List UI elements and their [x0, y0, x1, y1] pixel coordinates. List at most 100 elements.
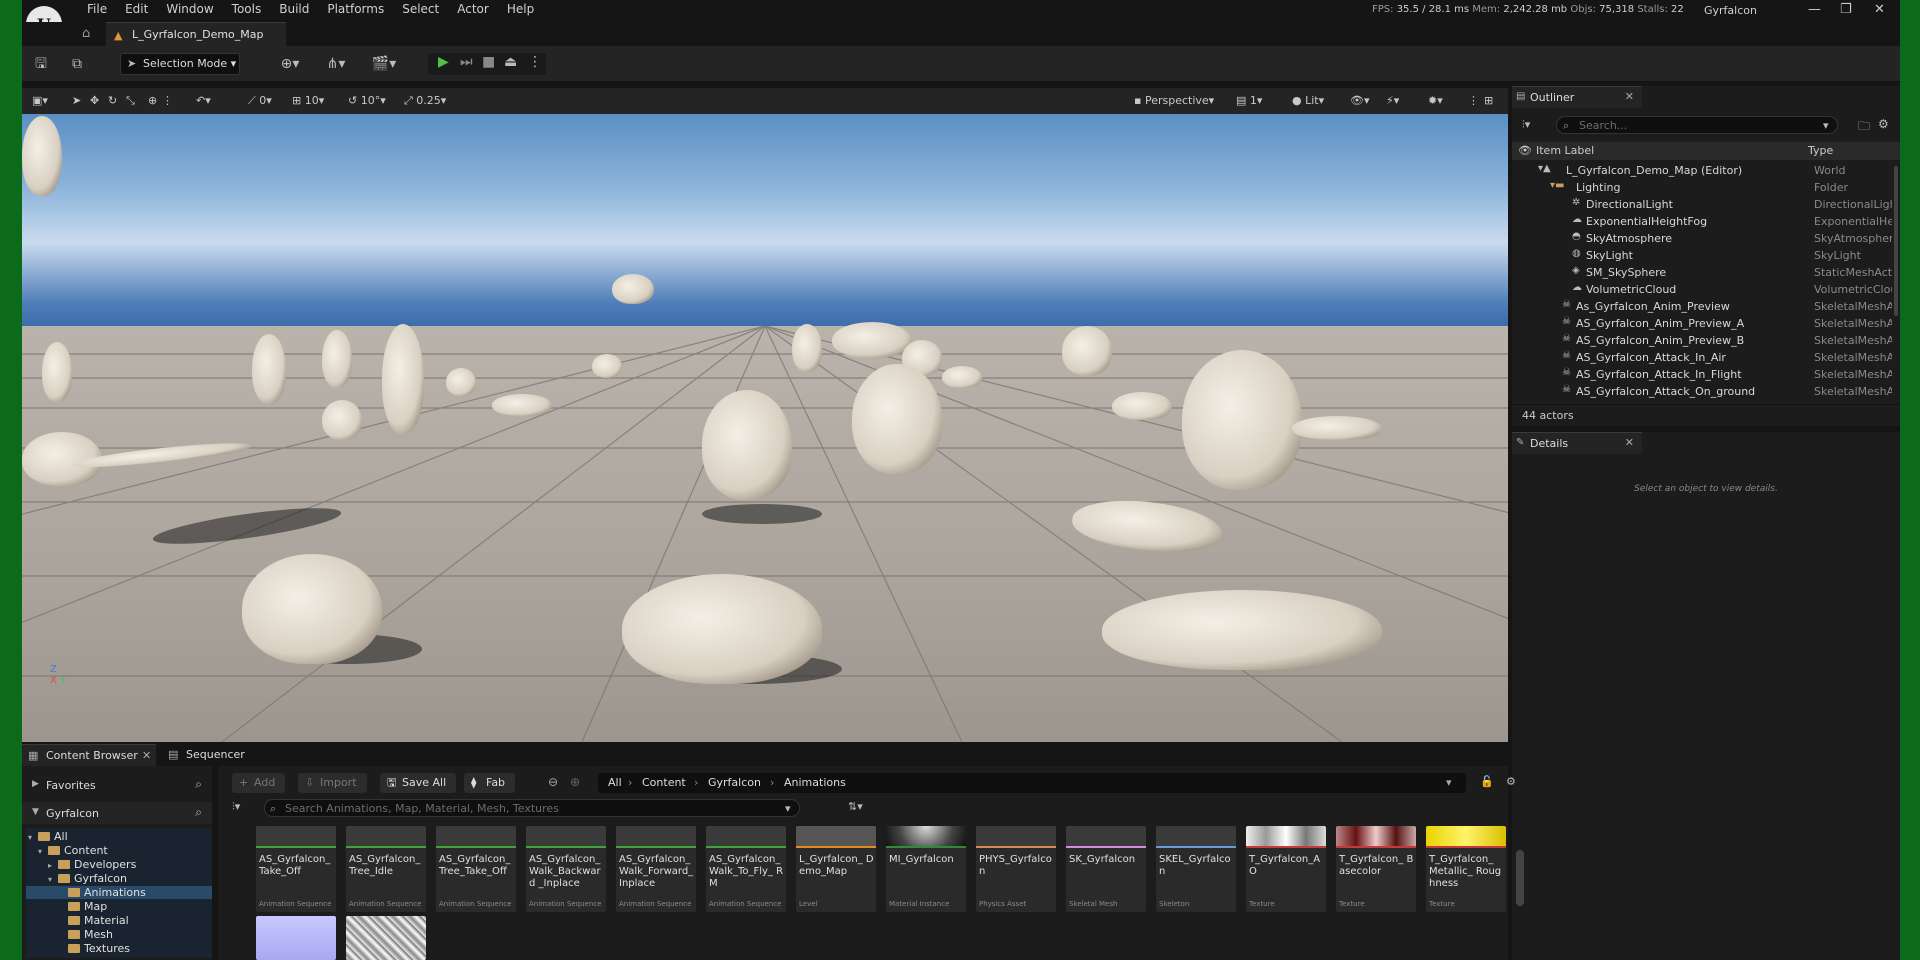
add-button[interactable]: + Add	[232, 773, 286, 793]
restore-icon[interactable]: ❐	[1840, 2, 1852, 17]
outliner-row[interactable]: ◍ SkyLight SkyLight	[1512, 247, 1892, 264]
filter-icon[interactable]: ⫶▾	[232, 800, 240, 814]
play-options-icon[interactable]: ⋮	[528, 54, 542, 70]
viewport-options-icon[interactable]: ▣▾	[32, 94, 48, 107]
asset-tile[interactable]: T_Gyrfalcon_ Metallic_ Roughness Texture	[1426, 826, 1506, 912]
asset-search-input[interactable]: ⌕ Search Animations, Map, Material, Mesh…	[264, 799, 800, 817]
outliner-row[interactable]: ▾▬ Lighting Folder	[1512, 179, 1892, 196]
gyrfalcon-actor[interactable]	[42, 342, 72, 402]
stop-icon[interactable]: ■	[482, 54, 495, 70]
col-type[interactable]: Type	[1808, 144, 1833, 157]
details-tab[interactable]: ✎ Details ✕	[1512, 432, 1642, 454]
tree-item-gyrfalcon[interactable]: ▾ Gyrfalcon	[26, 872, 212, 885]
asset-thumbnail[interactable]	[256, 916, 336, 960]
asset-tile[interactable]: PHYS_Gyrfalcon Physics Asset	[976, 826, 1056, 912]
asset-tile[interactable]: T_Gyrfalcon_AO Texture	[1246, 826, 1326, 912]
gyrfalcon-actor[interactable]	[1102, 590, 1382, 670]
asset-tile[interactable]: AS_Gyrfalcon_ Walk_To_Fly_ RM Animation S…	[706, 826, 786, 912]
gyrfalcon-actor[interactable]	[592, 354, 622, 378]
gyrfalcon-actor[interactable]	[832, 322, 912, 358]
save-icon[interactable]: 🖫	[32, 55, 50, 73]
gyrfalcon-actor[interactable]	[622, 574, 822, 684]
realtime-icon[interactable]: ⚡▾	[1386, 94, 1399, 107]
outliner-scrollbar[interactable]	[1894, 166, 1898, 316]
close-window-icon[interactable]: ✕	[1874, 2, 1885, 17]
outliner-row[interactable]: ✲ DirectionalLight DirectionalLight	[1512, 196, 1892, 213]
outliner-row[interactable]: ☠ AS_Gyrfalcon_Attack_On_ground SkeletalMe…	[1512, 383, 1892, 399]
outliner-row[interactable]: ☠ AS_Gyrfalcon_Anim_Preview_A SkeletalMesh…	[1512, 315, 1892, 332]
gyrfalcon-actor[interactable]	[446, 368, 476, 396]
gyrfalcon-actor[interactable]	[1062, 326, 1112, 376]
col-item-label[interactable]: Item Label	[1536, 144, 1594, 157]
outliner-row[interactable]: ☠ AS_Gyrfalcon_Attack_In_Flight SkeletalMe…	[1512, 366, 1892, 383]
import-button[interactable]: ⇩ Import	[298, 773, 367, 793]
outliner-row[interactable]: ◓ SkyAtmosphere SkyAtmosphere	[1512, 230, 1892, 247]
angle-snap[interactable]: ↺ 10°▾	[348, 94, 386, 107]
asset-tile[interactable]: T_Gyrfalcon_ Basecolor Texture	[1336, 826, 1416, 912]
chevron-down-icon[interactable]: ▾	[1446, 776, 1452, 789]
asset-tile[interactable]: AS_Gyrfalcon_ Tree_Idle Animation Sequenc…	[346, 826, 426, 912]
scale-tool-icon[interactable]: ⤡	[126, 94, 135, 108]
asset-tile[interactable]: AS_Gyrfalcon_ Walk_Backward _Inplace Anim…	[526, 826, 606, 912]
outliner-row[interactable]: ☁ ExponentialHeightFog ExponentialHeight	[1512, 213, 1892, 230]
gyrfalcon-actor[interactable]	[702, 390, 792, 500]
tree-item-content[interactable]: ▾ Content	[26, 844, 212, 857]
gyrfalcon-actor[interactable]	[492, 394, 552, 416]
fab-button[interactable]: ⧫ Fab	[464, 773, 516, 793]
visibility-icon[interactable]: 👁	[1518, 144, 1532, 157]
rotation-snap[interactable]: ⟋ 0▾	[248, 94, 272, 108]
tree-item-textures[interactable]: Textures	[26, 942, 212, 955]
select-tool-icon[interactable]: ➤	[72, 94, 81, 107]
outliner-row[interactable]: ▾▲ L_Gyrfalcon_Demo_Map (Editor) World	[1512, 162, 1892, 179]
layout-icon[interactable]: ⊞	[1484, 94, 1493, 107]
outliner-row[interactable]: ☁ VolumetricCloud VolumetricCloud	[1512, 281, 1892, 298]
asset-scrollbar[interactable]	[1516, 850, 1524, 906]
perspective-dropdown[interactable]: ▪ Perspective▾	[1134, 94, 1214, 107]
settings-icon[interactable]: ✹▾	[1428, 94, 1443, 107]
level-viewport[interactable]: Z X Y	[22, 114, 1508, 742]
world-space-icon[interactable]: ⊕	[148, 94, 157, 107]
move-tool-icon[interactable]: ✥	[90, 94, 99, 107]
asset-tile[interactable]: SKEL_Gyrfalcon Skeleton	[1156, 826, 1236, 912]
cinematics-icon[interactable]: 🎬▾	[368, 55, 400, 73]
step-icon[interactable]: ⏭	[460, 54, 473, 70]
outliner-search-input[interactable]: ⌕ Search... ▾	[1556, 116, 1838, 134]
outliner-row[interactable]: ☠ AS_Gyrfalcon_Attack_In_Air SkeletalMeshA…	[1512, 349, 1892, 366]
lock-icon[interactable]: 🔓	[1480, 775, 1494, 788]
home-icon[interactable]: ⌂	[82, 26, 90, 41]
forward-icon[interactable]: ⊕	[570, 775, 580, 789]
outliner-tab[interactable]: ▤ Outliner ✕	[1512, 86, 1642, 108]
asset-thumbnail[interactable]	[346, 916, 426, 960]
settings-icon[interactable]: ⚙	[1506, 775, 1516, 788]
rotate-tool-icon[interactable]: ↻	[108, 94, 117, 107]
gyrfalcon-actor[interactable]	[1182, 350, 1302, 490]
selection-mode-dropdown[interactable]: ➤ Selection Mode ▾	[120, 53, 240, 75]
asset-tile[interactable]: L_Gyrfalcon_ Demo_Map Level	[796, 826, 876, 912]
menu-platforms[interactable]: Platforms	[318, 0, 393, 20]
gyrfalcon-actor[interactable]	[322, 330, 352, 388]
menu-tools[interactable]: Tools	[223, 0, 271, 20]
menu-edit[interactable]: Edit	[116, 0, 157, 20]
menu-select[interactable]: Select	[393, 0, 448, 20]
gyrfalcon-actor[interactable]	[942, 366, 982, 388]
save-all-button[interactable]: 🖫 Save All	[380, 773, 457, 793]
blueprint-icon[interactable]: ⋔▾	[320, 55, 352, 73]
gyrfalcon-actor[interactable]	[612, 274, 654, 304]
asset-tile[interactable]: SK_Gyrfalcon Skeletal Mesh	[1066, 826, 1146, 912]
surface-snap-icon[interactable]: ↶▾	[196, 94, 211, 107]
breadcrumb-item[interactable]: Animations	[784, 776, 846, 789]
filter-icon[interactable]: ⫶▾	[1522, 118, 1530, 132]
add-actor-icon[interactable]: ⊕▾	[274, 55, 306, 73]
outliner-row[interactable]: ☠ As_Gyrfalcon_Anim_Preview SkeletalMeshAc…	[1512, 298, 1892, 315]
viewport-more-icon[interactable]: ⋮	[1468, 94, 1479, 107]
asset-tile[interactable]: AS_Gyrfalcon_ Walk_Forward_ Inplace Anima…	[616, 826, 696, 912]
show-flags-icon[interactable]: 👁▾	[1350, 94, 1370, 107]
asset-tile[interactable]: MI_Gyrfalcon Material Instance	[886, 826, 966, 912]
more-icon[interactable]: ⋮	[162, 94, 173, 107]
tree-item-all[interactable]: ▾ All	[26, 830, 212, 843]
grid-snap[interactable]: ⊞ 10▾	[292, 94, 324, 107]
gyrfalcon-actor[interactable]	[322, 400, 362, 440]
asset-tile[interactable]: AS_Gyrfalcon_ Take_Off Animation Sequence	[256, 826, 336, 912]
eject-icon[interactable]: ⏏	[504, 54, 517, 70]
close-icon[interactable]: ✕	[1625, 436, 1634, 449]
